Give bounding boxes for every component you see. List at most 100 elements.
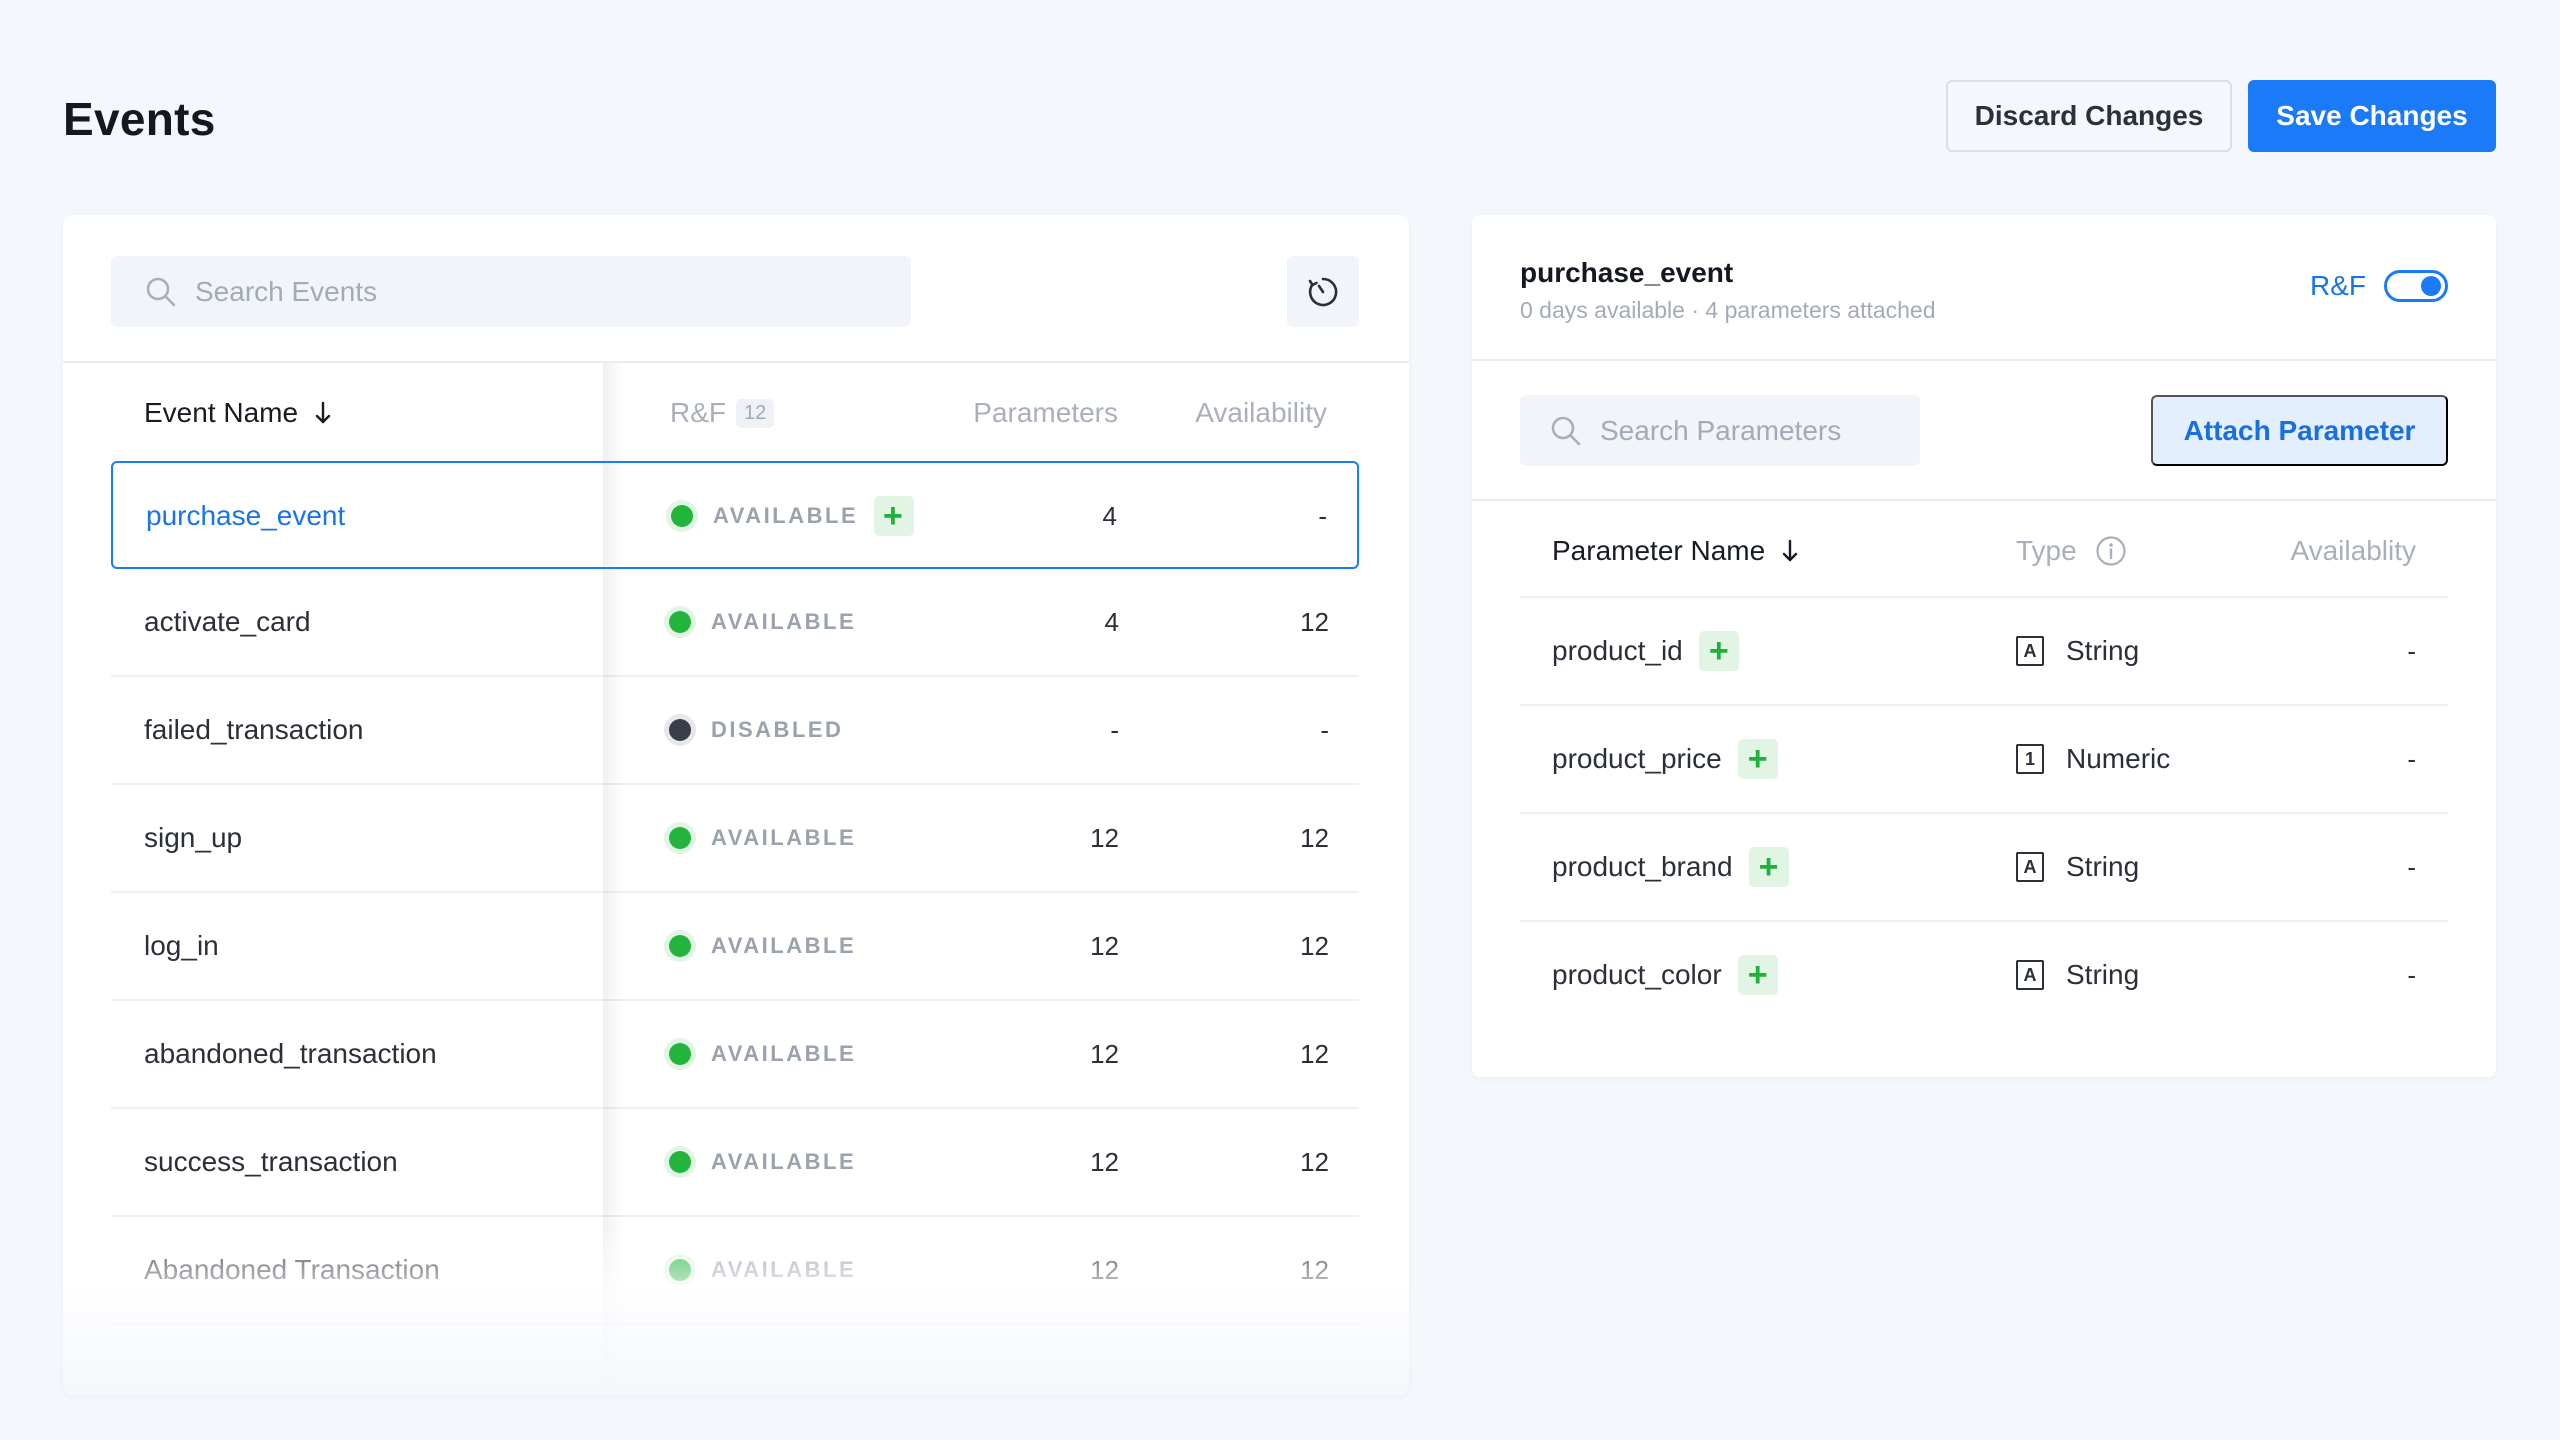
parameter-availability: -	[2407, 636, 2416, 666]
event-availability: 12	[1300, 1147, 1329, 1177]
parameter-name: product_price	[1552, 743, 1722, 774]
history-timer-icon	[1308, 277, 1338, 306]
search-parameters-placeholder: Search Parameters	[1600, 414, 1842, 446]
event-row[interactable]: Abandoned Transaction AVAILABLE 12 12	[111, 1217, 1359, 1325]
event-name: sign_up	[144, 822, 243, 853]
status-label: AVAILABLE	[711, 1257, 857, 1282]
parameter-name: product_brand	[1552, 851, 1733, 882]
parameter-type: String	[2066, 851, 2140, 882]
column-header-parameter-name-label: Parameter Name	[1552, 535, 1766, 566]
status-dot-icon	[669, 719, 691, 741]
parameter-type-cell: A String	[2016, 922, 2139, 1028]
event-parameters-count: -	[1110, 715, 1119, 745]
search-icon	[1551, 416, 1581, 445]
status-dot-icon	[669, 935, 691, 957]
column-header-parameters[interactable]: Parameters	[973, 397, 1118, 429]
event-row[interactable]: success_transaction AVAILABLE 12 12	[111, 1109, 1359, 1217]
column-header-availability[interactable]: Availability	[1195, 397, 1327, 429]
event-parameters-count: 4	[1102, 501, 1117, 531]
selected-event-subtitle: 0 days available · 4 parameters attached	[1520, 297, 1936, 323]
column-header-parameter-name[interactable]: Parameter Name	[1552, 535, 1799, 567]
event-availability: 12	[1300, 823, 1329, 853]
event-status: AVAILABLE	[669, 785, 856, 891]
add-parameter-plus-icon[interactable]: +	[1737, 955, 1778, 995]
status-label: AVAILABLE	[711, 1149, 857, 1174]
search-parameters-input[interactable]: Search Parameters	[1520, 395, 1920, 466]
details-header-divider	[1472, 359, 2496, 361]
column-header-event-name[interactable]: Event Name	[144, 397, 332, 429]
events-panel: Search Events Event Name R&F 12 Paramete…	[63, 215, 1409, 1395]
event-availability: -	[1320, 715, 1329, 745]
rf-toggle-switch[interactable]	[2384, 270, 2448, 302]
column-header-param-availability[interactable]: Availablity	[2290, 535, 2416, 567]
rf-toggle-label: R&F	[2310, 270, 2366, 301]
event-name: activate_card	[144, 606, 311, 637]
rf-count-badge: 12	[736, 398, 775, 428]
attach-parameter-button[interactable]: Attach Parameter	[2151, 395, 2448, 466]
status-label: AVAILABLE	[711, 609, 857, 634]
string-type-icon: A	[2016, 852, 2044, 882]
event-parameters-count: 12	[1090, 1039, 1119, 1069]
event-row[interactable]: failed_transaction DISABLED - -	[111, 677, 1359, 785]
parameter-name-cell: product_brand +	[1552, 814, 1789, 920]
event-name: abandoned_transaction	[144, 1038, 437, 1069]
add-parameter-plus-icon[interactable]: +	[1698, 631, 1739, 671]
event-name: log_in	[144, 930, 219, 961]
parameter-row[interactable]: product_price +1 Numeric -	[1520, 706, 2448, 814]
add-rf-plus-icon[interactable]: +	[874, 496, 915, 536]
event-availability: 12	[1300, 931, 1329, 961]
discard-changes-button[interactable]: Discard Changes	[1946, 80, 2232, 152]
event-availability: 12	[1300, 1255, 1329, 1285]
status-label: AVAILABLE	[711, 933, 857, 958]
column-header-type[interactable]: Type	[2016, 535, 2127, 567]
event-name: success_transaction	[144, 1146, 398, 1177]
toggle-knob	[2421, 276, 2441, 296]
save-changes-button[interactable]: Save Changes	[2248, 80, 2496, 152]
event-row[interactable]: log_in AVAILABLE 12 12	[111, 893, 1359, 1001]
parameter-availability: -	[2407, 852, 2416, 882]
parameter-name: product_color	[1552, 959, 1722, 990]
status-label: AVAILABLE	[713, 503, 859, 528]
selected-event-name: purchase_event	[1520, 257, 1734, 288]
status-dot-icon	[669, 827, 691, 849]
event-availability: 12	[1300, 1039, 1329, 1069]
sort-down-arrow-icon	[315, 401, 331, 424]
event-row[interactable]: activate_card AVAILABLE 4 12	[111, 569, 1359, 677]
parameter-row[interactable]: product_color + A String -	[1520, 922, 2448, 1030]
page-title: Events	[63, 93, 216, 145]
rf-toggle[interactable]: R&F	[2310, 270, 2448, 302]
parameter-type-cell: A String	[2016, 598, 2139, 704]
history-button[interactable]	[1287, 256, 1359, 327]
string-type-icon: A	[2016, 960, 2044, 990]
header-divider	[63, 361, 1409, 363]
parameter-row[interactable]: product_id + A String -	[1520, 598, 2448, 706]
parameter-row[interactable]: product_brand + A String -	[1520, 814, 2448, 922]
column-header-type-label: Type	[2016, 535, 2077, 566]
add-parameter-plus-icon[interactable]: +	[1748, 847, 1789, 887]
parameter-type: String	[2066, 959, 2140, 990]
status-dot-icon	[669, 1151, 691, 1173]
event-parameters-count: 12	[1090, 931, 1119, 961]
numeric-type-icon: 1	[2016, 744, 2044, 774]
column-header-rf-label: R&F	[670, 397, 726, 428]
event-status: AVAILABLE +	[671, 463, 915, 569]
parameter-type-cell: 1 Numeric	[2016, 706, 2170, 812]
parameter-name-cell: product_color +	[1552, 922, 1778, 1028]
string-type-icon: A	[2016, 636, 2044, 666]
event-name: Abandoned Transaction	[144, 1254, 440, 1285]
event-row[interactable]: sign_up AVAILABLE 12 12	[111, 785, 1359, 893]
search-events-input[interactable]: Search Events	[111, 256, 911, 327]
add-parameter-plus-icon[interactable]: +	[1737, 739, 1778, 779]
event-row[interactable]: purchase_event AVAILABLE +4 -	[111, 461, 1359, 569]
event-parameters-count: 4	[1104, 607, 1119, 637]
status-dot-icon	[671, 505, 693, 527]
parameter-availability: -	[2407, 744, 2416, 774]
event-status: AVAILABLE	[669, 1109, 856, 1215]
event-row[interactable]: abandoned_transaction AVAILABLE 12 12	[111, 1001, 1359, 1109]
column-header-rf[interactable]: R&F 12	[670, 397, 775, 429]
status-dot-icon	[669, 1259, 691, 1281]
info-icon[interactable]	[2095, 535, 2127, 567]
parameter-availability: -	[2407, 960, 2416, 990]
parameter-name: product_id	[1552, 635, 1683, 666]
event-availability: -	[1318, 501, 1327, 531]
